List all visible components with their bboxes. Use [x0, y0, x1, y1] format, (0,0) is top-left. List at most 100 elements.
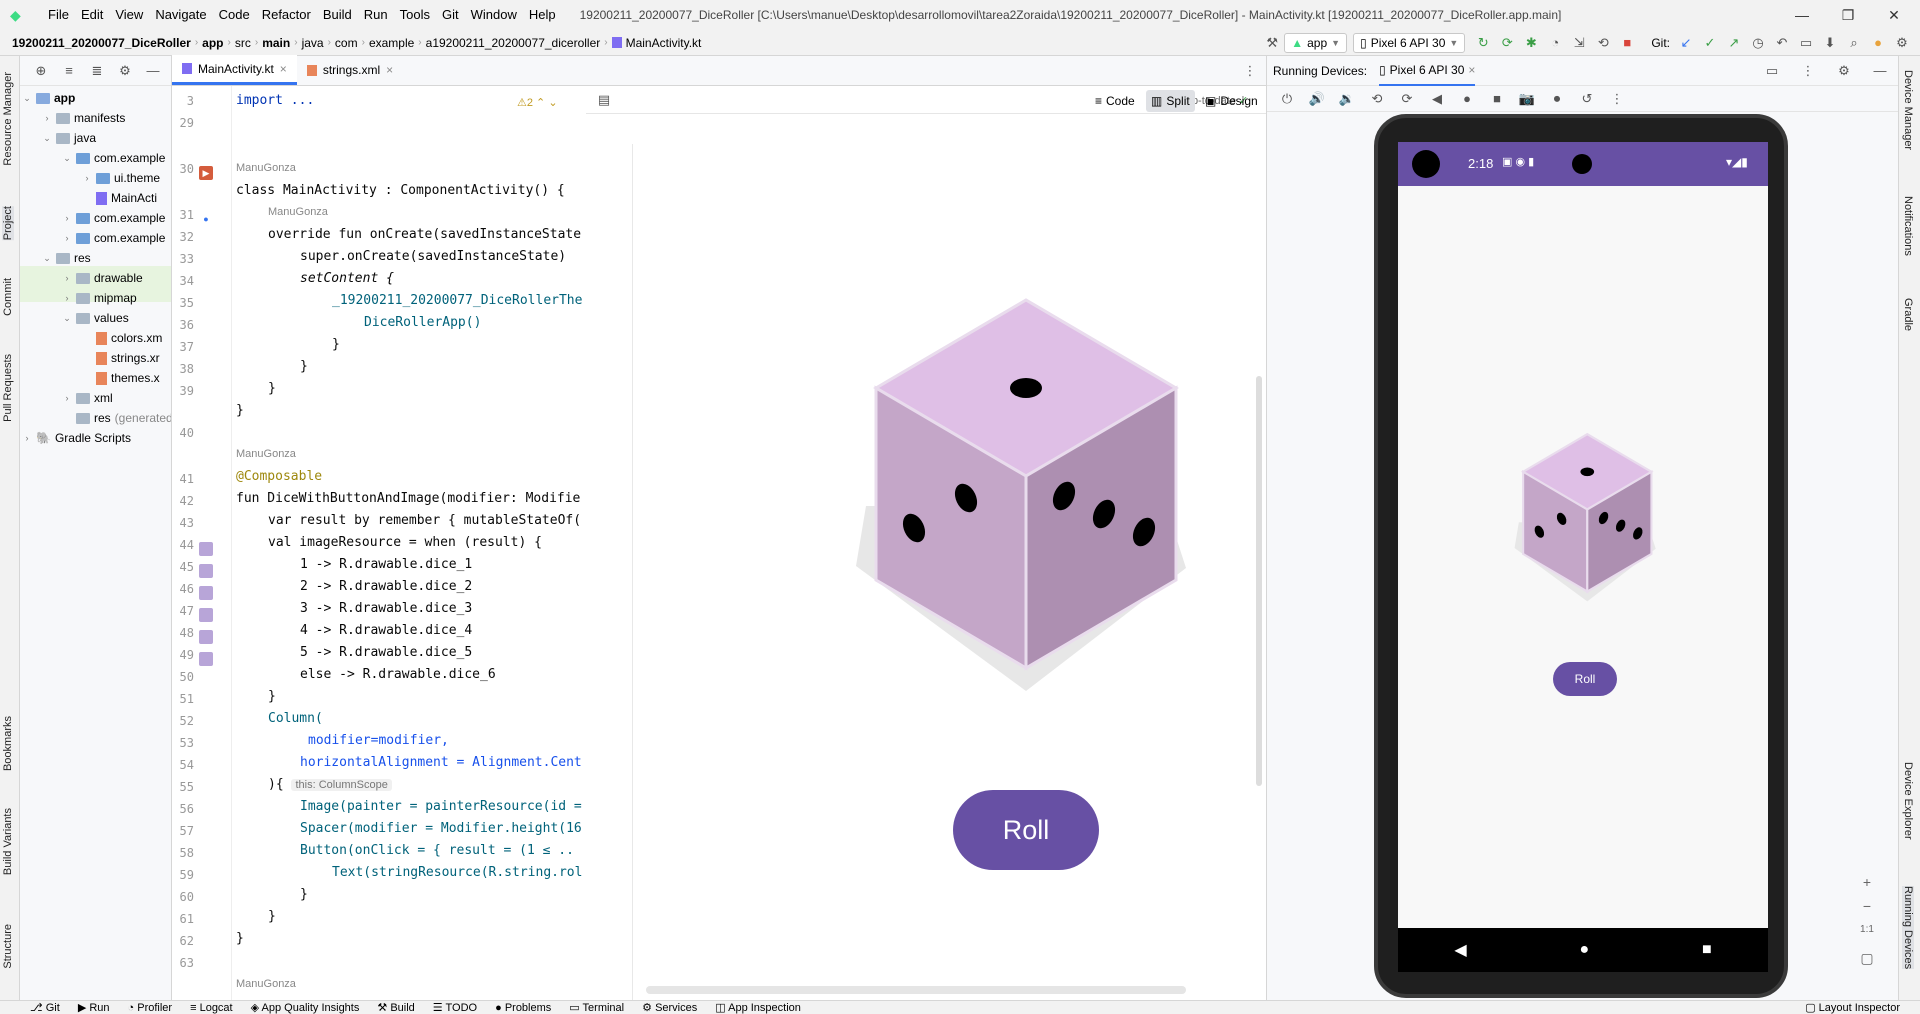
- breadcrumb-app[interactable]: app: [198, 36, 227, 50]
- menu-edit[interactable]: Edit: [75, 0, 109, 30]
- preview-scrollbar[interactable]: [1256, 376, 1262, 786]
- close-tab-icon[interactable]: ×: [1468, 63, 1475, 77]
- tree-item-package-test[interactable]: › com.example: [62, 228, 166, 248]
- bottom-tab-logcat[interactable]: ≡ Logcat: [190, 1002, 233, 1014]
- sdk-manager-icon[interactable]: ⬇: [1820, 33, 1840, 53]
- override-gutter-icon[interactable]: ●: [199, 212, 213, 226]
- maximize-icon[interactable]: ❐: [1826, 0, 1870, 30]
- hammer-icon[interactable]: ⚒: [1262, 33, 1282, 53]
- menu-git[interactable]: Git: [436, 0, 465, 30]
- menu-run[interactable]: Run: [358, 0, 394, 30]
- minimize-icon[interactable]: —: [1780, 0, 1824, 30]
- options-gear-icon[interactable]: ⚙: [115, 61, 135, 81]
- nav-back-icon[interactable]: ◀: [1454, 940, 1466, 960]
- tree-item-res-generated[interactable]: res (generated): [76, 408, 171, 428]
- bottom-tab-build[interactable]: ⚒ Build: [377, 1001, 414, 1014]
- nav-home-icon[interactable]: ●: [1579, 941, 1589, 959]
- run-gutter-icon[interactable]: ▶: [199, 166, 213, 180]
- tool-build-variants[interactable]: Build Variants: [2, 808, 14, 875]
- bottom-tab-profiler[interactable]: ◔ Profiler: [128, 1002, 173, 1014]
- menu-window[interactable]: Window: [465, 0, 523, 30]
- volume-down-icon[interactable]: 🔉: [1337, 89, 1357, 109]
- bottom-tab-git[interactable]: ⎇ Git: [30, 1001, 60, 1014]
- bottom-tab-todo[interactable]: ☰ TODO: [433, 1001, 477, 1014]
- tool-device-manager[interactable]: Device Manager: [1902, 70, 1914, 150]
- bottom-tab-problems[interactable]: ● Problems: [495, 1002, 551, 1014]
- tab-mainactivity[interactable]: MainActivity.kt ×: [172, 55, 297, 85]
- tab-strings-xml[interactable]: strings.xml ×: [297, 55, 403, 85]
- preview-hscrollbar[interactable]: [646, 986, 1186, 994]
- close-icon[interactable]: ✕: [1872, 0, 1916, 30]
- locate-icon[interactable]: ⊕: [31, 61, 51, 81]
- breadcrumb-project[interactable]: 19200211_20200077_DiceRoller: [8, 36, 195, 50]
- more-options-icon[interactable]: ⋮: [1607, 89, 1627, 109]
- expand-all-icon[interactable]: ≡: [59, 61, 79, 81]
- breadcrumb-file[interactable]: MainActivity.kt: [622, 36, 706, 50]
- back-icon[interactable]: ◀: [1427, 89, 1447, 109]
- stop-icon[interactable]: ■: [1617, 33, 1637, 53]
- apply-changes-icon[interactable]: ⟳: [1497, 33, 1517, 53]
- git-push-icon[interactable]: ↗: [1724, 33, 1744, 53]
- menu-code[interactable]: Code: [213, 0, 256, 30]
- design-view-button[interactable]: ▣ Design: [1200, 90, 1263, 112]
- volume-up-icon[interactable]: 🔊: [1307, 89, 1327, 109]
- device-tab[interactable]: ▯ Pixel 6 API 30 ×: [1379, 56, 1476, 86]
- more-options-icon[interactable]: ⋮: [1798, 61, 1818, 81]
- drawable-preview-icon[interactable]: [199, 542, 213, 556]
- rerun-icon[interactable]: ↻: [1473, 33, 1493, 53]
- tree-item-drawable[interactable]: › drawable: [62, 268, 143, 288]
- tool-device-explorer[interactable]: Device Explorer: [1902, 762, 1914, 840]
- git-history-icon[interactable]: ◷: [1748, 33, 1768, 53]
- tree-item-package-android-test[interactable]: › com.example: [62, 208, 166, 228]
- warning-icon[interactable]: ⚠2 ⌃ ⌄: [517, 96, 558, 109]
- debug-icon[interactable]: ✱: [1521, 33, 1541, 53]
- breadcrumb-example[interactable]: example: [365, 36, 418, 50]
- tree-item-package-main[interactable]: ⌄ com.example: [62, 148, 165, 168]
- device-select[interactable]: ▯ Pixel 6 API 30 ▼: [1353, 32, 1466, 53]
- bottom-tab-services[interactable]: ⚙ Services: [642, 1001, 697, 1014]
- attach-debugger-icon[interactable]: ⇲: [1569, 33, 1589, 53]
- roll-button-preview[interactable]: Roll: [953, 790, 1099, 870]
- breadcrumb-package[interactable]: a19200211_20200077_diceroller: [422, 36, 605, 50]
- bottom-tab-layout-inspector[interactable]: ▢ Layout Inspector: [1805, 1001, 1900, 1014]
- rotate-right-icon[interactable]: ⟳: [1397, 89, 1417, 109]
- tree-item-ui-theme[interactable]: › ui.theme: [82, 168, 161, 188]
- tree-item-java[interactable]: ⌄ java: [42, 128, 96, 148]
- breadcrumb-src[interactable]: src: [231, 36, 255, 50]
- tree-item-mipmap[interactable]: › mipmap: [62, 288, 137, 308]
- tool-commit[interactable]: Commit: [2, 278, 14, 316]
- menu-navigate[interactable]: Navigate: [149, 0, 212, 30]
- rotate-left-icon[interactable]: ⟲: [1367, 89, 1387, 109]
- tool-gradle[interactable]: Gradle: [1902, 298, 1914, 331]
- menu-help[interactable]: Help: [523, 0, 562, 30]
- drawable-preview-icon[interactable]: [199, 630, 213, 644]
- collapse-all-icon[interactable]: ≣: [87, 61, 107, 81]
- device-screen[interactable]: 2:18 ▣ ◉ ▮ ▾◢▮ Roll ◀ ● ■: [1398, 142, 1768, 972]
- tree-item-xml[interactable]: › xml: [62, 388, 113, 408]
- drawable-preview-icon[interactable]: [199, 564, 213, 578]
- tree-item-res[interactable]: ⌄ res: [42, 248, 90, 268]
- tool-running-devices[interactable]: Running Devices: [1902, 886, 1914, 970]
- power-icon[interactable]: ⏻: [1277, 89, 1297, 109]
- menu-file[interactable]: File: [42, 0, 75, 30]
- bottom-tab-run[interactable]: ▶ Run: [78, 1001, 110, 1014]
- hide-panel-icon[interactable]: —: [143, 61, 163, 81]
- breadcrumb-com[interactable]: com: [331, 36, 362, 50]
- drawable-preview-icon[interactable]: [199, 652, 213, 666]
- tool-resource-manager[interactable]: Resource Manager: [2, 72, 14, 166]
- tool-bookmarks[interactable]: Bookmarks: [2, 716, 14, 771]
- tree-item-app[interactable]: ⌄ app: [22, 88, 75, 108]
- run-config-select[interactable]: ▲ app ▼: [1284, 32, 1348, 53]
- git-commit-icon[interactable]: ✓: [1700, 33, 1720, 53]
- zoom-fit-icon[interactable]: ▢: [1852, 950, 1882, 967]
- more-tabs-icon[interactable]: ⋮: [1240, 61, 1260, 81]
- code-editor[interactable]: import ... ⚠2 ⌃ ⌄ ManuGonza class MainAc…: [232, 86, 586, 1000]
- hide-panel-icon[interactable]: —: [1870, 61, 1890, 81]
- sync-icon[interactable]: ⟲: [1593, 33, 1613, 53]
- tree-item-colors-xml[interactable]: colors.xm: [96, 328, 162, 348]
- breadcrumb-main[interactable]: main: [258, 36, 294, 50]
- drawable-preview-icon[interactable]: [199, 586, 213, 600]
- settings-gear-icon[interactable]: ⚙: [1834, 61, 1854, 81]
- settings-gear-icon[interactable]: ⚙: [1892, 33, 1912, 53]
- tool-notifications[interactable]: Notifications: [1902, 196, 1914, 256]
